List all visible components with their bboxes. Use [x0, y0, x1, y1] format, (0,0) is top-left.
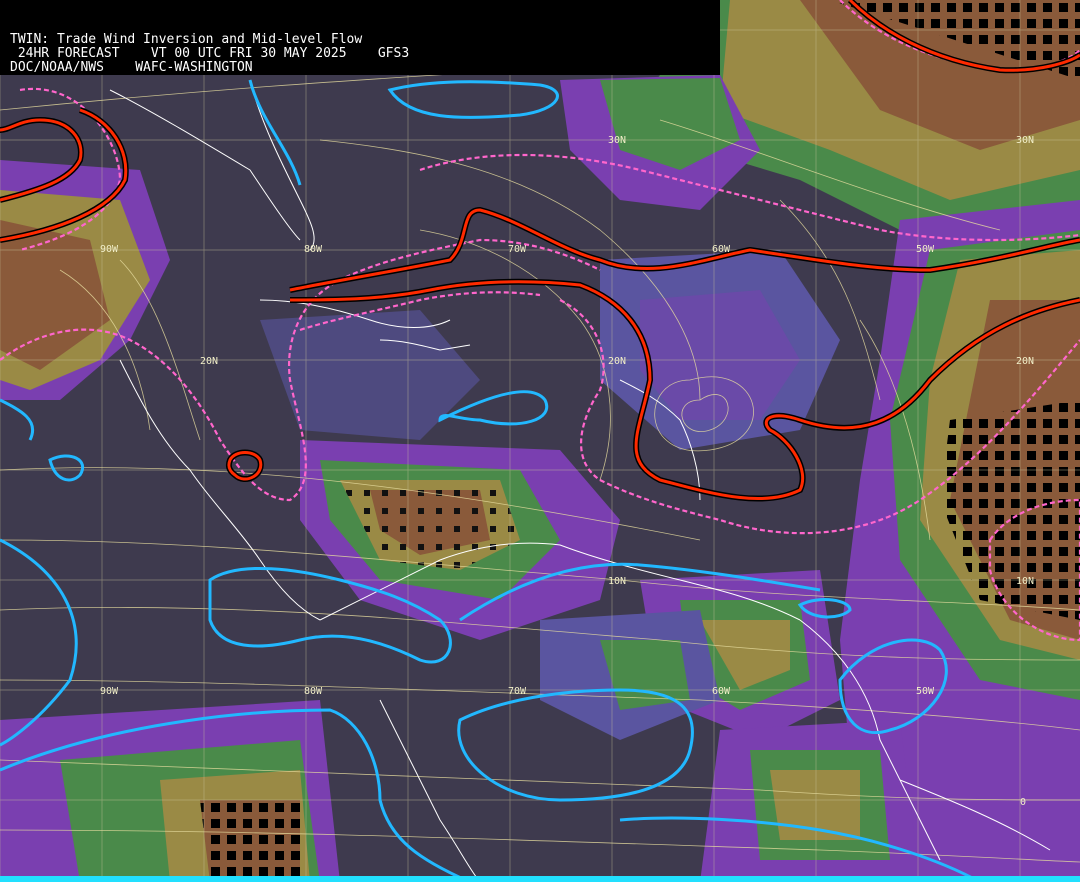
lat-label: 20N	[608, 356, 626, 367]
stipple-sw	[200, 800, 300, 882]
map-canvas: 30N 30N 20N 20N 20N 10N 10N 0 90W 80W 70…	[0, 0, 1080, 882]
header-forecast-time: 24HR FORECAST VT 00 UTC FRI 30 MAY 2025 …	[10, 46, 410, 61]
lon-label: 50W	[916, 244, 935, 255]
header-agency: DOC/NOAA/NWS WAFC-WASHINGTON	[10, 60, 253, 75]
header-title: TWIN: Trade Wind Inversion and Mid-level…	[10, 32, 363, 47]
lat-label: 20N	[200, 356, 218, 367]
bottom-border	[0, 876, 1080, 882]
lon-label: 80W	[304, 686, 323, 697]
lat-label: 10N	[608, 576, 626, 587]
lat-label: 10N	[1016, 576, 1034, 587]
lon-label: 90W	[100, 686, 119, 697]
lat-label: 30N	[1016, 135, 1034, 146]
lon-label: 60W	[712, 244, 731, 255]
lon-label: 90W	[100, 244, 119, 255]
lon-label: 50W	[916, 686, 935, 697]
forecast-map: 30N 30N 20N 20N 20N 10N 10N 0 90W 80W 70…	[0, 0, 1080, 882]
lat-label: 20N	[1016, 356, 1034, 367]
lon-label: 70W	[508, 244, 527, 255]
lon-label: 80W	[304, 244, 323, 255]
lat-label: 30N	[608, 135, 626, 146]
lon-label: 70W	[508, 686, 527, 697]
lon-label: 60W	[712, 686, 731, 697]
map-header: TWIN: Trade Wind Inversion and Mid-level…	[0, 0, 720, 75]
lat-label: 0	[1020, 797, 1026, 808]
